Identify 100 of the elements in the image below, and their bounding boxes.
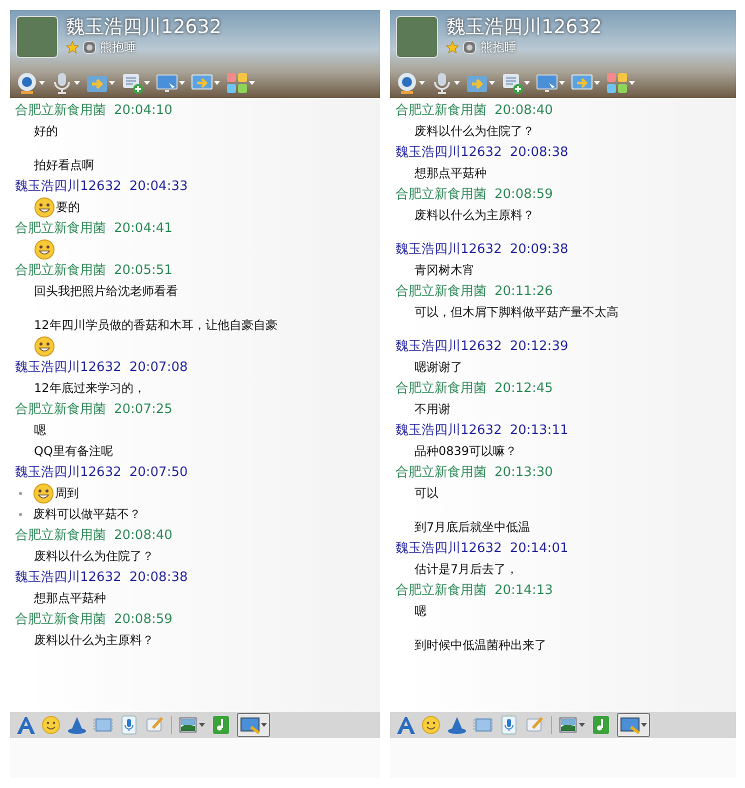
message-header: 合肥立新食用菌 20:08:40	[15, 527, 174, 545]
message-header: 合肥立新食用菌 20:12:45	[395, 380, 554, 398]
message-header: 魏玉浩四川12632 20:08:38	[15, 569, 189, 587]
emoji-icon	[34, 336, 55, 357]
create-discussion-button[interactable]	[121, 72, 150, 94]
message-header: 魏玉浩四川12632 20:07:50	[15, 464, 189, 482]
music-note-icon	[591, 715, 612, 735]
message-text: 想那点平菇种	[414, 165, 486, 182]
message-header: 合肥立新食用菌 20:11:26	[395, 283, 554, 301]
message-text: QQ里有备注呢	[34, 443, 113, 460]
message-text: 废料以什么为主原料？	[414, 207, 534, 224]
image-button[interactable]	[558, 715, 586, 735]
microphone-icon	[51, 72, 73, 94]
screen-capture-icon	[620, 715, 640, 735]
video-call-button[interactable]	[396, 72, 426, 94]
caret-icon	[261, 723, 267, 727]
message-header: 合肥立新食用菌 20:08:40	[395, 102, 554, 120]
message-text: 到时候中低温菌种出来了	[414, 637, 546, 654]
font-button[interactable]	[15, 715, 35, 735]
message-text: 要的	[56, 199, 80, 216]
caret-icon	[39, 81, 45, 85]
caret-icon	[199, 723, 205, 727]
landscape-image-icon	[558, 715, 578, 735]
message-text: 嗯	[414, 603, 426, 620]
voice-call-button[interactable]	[51, 72, 80, 94]
message-text: 好的	[34, 123, 58, 140]
image-button[interactable]	[178, 715, 205, 735]
caret-icon	[524, 81, 530, 85]
emoji-button[interactable]	[421, 715, 442, 735]
wizard-hat-icon	[447, 715, 468, 735]
avatar-photo	[16, 16, 58, 58]
message-add-icon	[501, 72, 524, 94]
microphone-icon	[499, 715, 520, 735]
tiles-icon	[606, 72, 628, 94]
remote-assistance-button[interactable]	[536, 72, 566, 94]
font-button[interactable]	[395, 715, 416, 735]
message-header: 合肥立新食用菌 20:13:30	[395, 464, 554, 482]
music-button[interactable]	[211, 715, 231, 735]
message-text: 嗯	[34, 422, 46, 439]
tiles-icon	[226, 72, 248, 94]
voice-message-button[interactable]	[499, 715, 520, 735]
message-header: 合肥立新食用菌 20:05:51	[15, 262, 174, 280]
apps-button[interactable]	[606, 72, 636, 94]
message-header: 魏玉浩四川12632 20:09:38	[395, 241, 570, 259]
message-text: 可以	[414, 485, 438, 502]
caret-icon	[109, 81, 115, 85]
window-title: 魏玉浩四川12632	[66, 16, 222, 38]
message-header: 合肥立新食用菌 20:04:10	[15, 102, 174, 120]
message-header: 合肥立新食用菌 20:08:59	[15, 611, 174, 629]
message-text: 拍好看点啊	[34, 157, 94, 174]
voice-call-button[interactable]	[431, 72, 460, 94]
message-text: 废料以什么为主原料？	[34, 632, 154, 649]
voice-message-button[interactable]	[119, 715, 139, 735]
message-text: 回头我把照片给沈老师看看	[34, 283, 178, 300]
emoji-icon	[33, 483, 54, 504]
remote-assistance-button[interactable]	[156, 72, 185, 94]
message-header: 魏玉浩四川12632 20:04:33	[15, 178, 189, 196]
music-button[interactable]	[591, 715, 612, 735]
message-header: 合肥立新食用菌 20:07:25	[15, 401, 174, 419]
message-text: 估计是7月后去了，	[414, 561, 518, 578]
microphone-icon	[119, 715, 139, 735]
message-text: 废料可以做平菇不？	[33, 506, 141, 523]
caret-icon	[144, 81, 150, 85]
status-icon	[83, 40, 96, 54]
message-text: 想那点平菇种	[34, 590, 106, 607]
apps-button[interactable]	[226, 72, 255, 94]
status-text: 熊抱睡	[480, 39, 516, 56]
message-text: 嗯谢谢了	[414, 359, 462, 376]
webcam-icon	[396, 72, 418, 94]
create-discussion-button[interactable]	[501, 72, 530, 94]
bullet-icon	[19, 513, 22, 516]
message-text: 周到	[55, 485, 79, 502]
message-header: 魏玉浩四川12632 20:14:01	[395, 540, 570, 558]
message-text: 不用谢	[414, 401, 450, 418]
screenshot-button[interactable]	[617, 713, 650, 737]
monitor-cursor-icon	[156, 72, 178, 94]
avatar-photo	[396, 16, 438, 58]
emoji-icon	[34, 197, 55, 218]
webcam-icon	[16, 72, 38, 94]
message-text: 到7月底后就坐中低温	[414, 519, 530, 536]
caret-icon	[179, 81, 185, 85]
status-text: 熊抱睡	[100, 39, 136, 56]
font-icon	[15, 715, 35, 735]
screenshot-button[interactable]	[237, 713, 270, 737]
message-header: 合肥立新食用菌 20:04:41	[15, 220, 174, 238]
bullet-icon	[19, 492, 22, 495]
emoji-button[interactable]	[41, 715, 61, 735]
smiley-icon	[421, 715, 442, 735]
caret-icon	[454, 81, 460, 85]
magic-expression-button[interactable]	[447, 715, 468, 735]
message-header: 魏玉浩四川12632 20:07:08	[15, 359, 189, 377]
caret-icon	[641, 723, 648, 727]
message-text: 品种0839可以嘛？	[414, 443, 518, 460]
caret-icon	[249, 81, 255, 85]
magic-expression-button[interactable]	[67, 715, 87, 735]
font-icon	[395, 715, 416, 735]
music-note-icon	[211, 715, 231, 735]
caret-icon	[419, 81, 426, 85]
monitor-cursor-icon	[536, 72, 558, 94]
video-call-button[interactable]	[16, 72, 45, 94]
